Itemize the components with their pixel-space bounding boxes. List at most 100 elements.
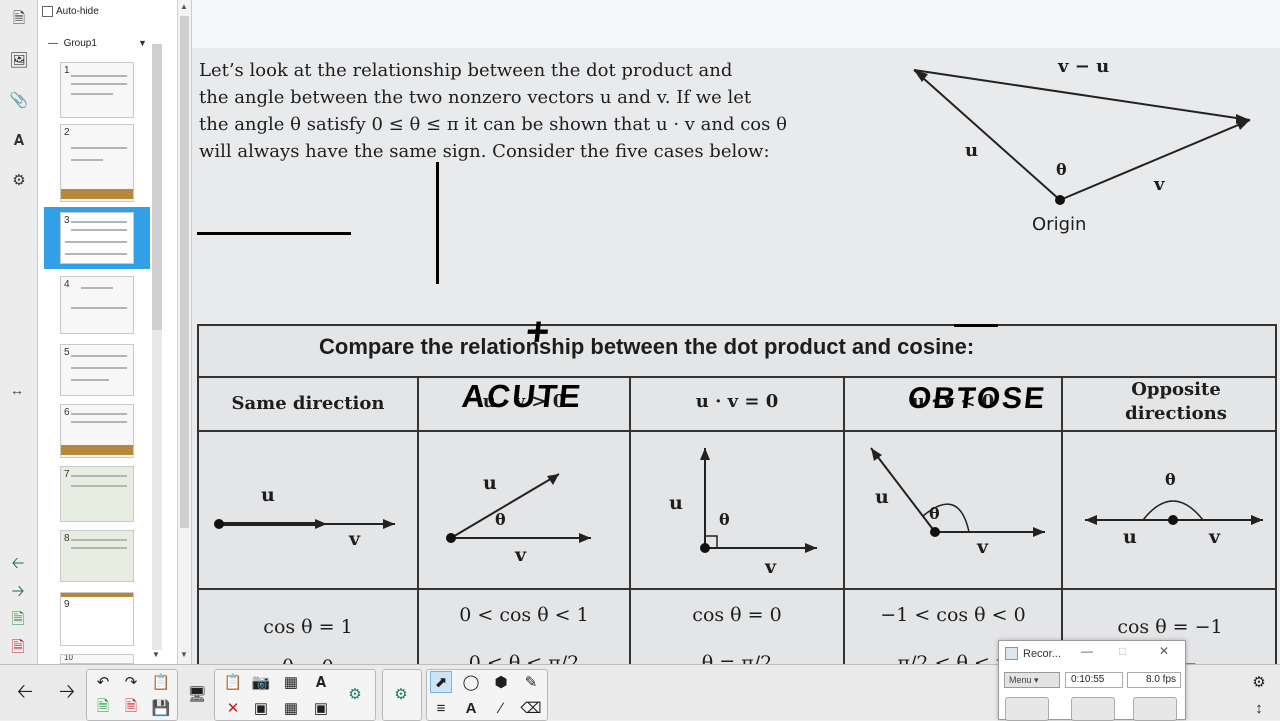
page-scrollbar-thumb[interactable] (180, 16, 189, 528)
previous-page-button[interactable]: 🡠 (14, 681, 36, 705)
properties-icon[interactable]: ≡ (430, 697, 452, 719)
clipboard-icon[interactable]: 📋 (222, 671, 244, 693)
menu-label: Menu (1009, 675, 1032, 685)
display-icon[interactable]: 🖥 (186, 683, 208, 705)
theta-label: θ (1165, 470, 1176, 489)
puzzle-icon[interactable]: ⚙ (390, 683, 412, 705)
measure-icon[interactable]: ▣ (310, 697, 332, 719)
properties-icon[interactable]: 𝐀 (7, 128, 31, 152)
resize-handle-icon[interactable]: ↔ (10, 382, 24, 398)
cos-line2: θ = π/2 (701, 652, 773, 664)
vector-u-label: u (483, 472, 497, 494)
eraser-icon[interactable]: ⌫ (520, 697, 542, 719)
slide-thumbnail[interactable]: 2 (60, 124, 134, 202)
chevron-down-icon[interactable]: ▼ (138, 38, 147, 48)
delete-icon[interactable]: ✕ (222, 697, 244, 719)
move-toolbar-icon[interactable]: ↕ (1248, 697, 1270, 719)
intro-line: Let’s look at the relationship between t… (199, 60, 733, 81)
next-page-arrow-icon[interactable]: 🡢 (4, 583, 32, 602)
vector-u-label: u (875, 486, 889, 508)
whiteboard-canvas[interactable]: Let’s look at the relationship between t… (192, 0, 1280, 664)
slide-number: 2 (64, 127, 70, 138)
ink-obtuse-annotation: OBTOSE (906, 382, 1048, 415)
group-header[interactable]: — Group1 (48, 38, 97, 49)
stop-button[interactable] (1133, 697, 1177, 721)
header-opposite: Opposite directions (1125, 379, 1227, 424)
attachment-icon[interactable]: 📎 (7, 88, 31, 112)
monitor-icon[interactable]: ▣ (250, 697, 272, 719)
intro-line: will always have the same sign. Consider… (199, 141, 770, 162)
vector-cases (214, 447, 1263, 553)
chevron-down-icon[interactable]: ▼ (180, 650, 188, 659)
vector-u-label: u (669, 492, 683, 514)
slide-number: 7 (64, 469, 70, 480)
camera-icon[interactable]: 📷 (250, 671, 272, 693)
autohide-checkbox[interactable]: Auto-hide (42, 6, 99, 17)
ink-stroke (436, 162, 439, 284)
page-scrollbar[interactable]: ▲ ▼ (178, 0, 192, 664)
pause-button[interactable] (1071, 697, 1115, 721)
shape-icon[interactable]: ◯ (460, 671, 482, 693)
slide-thumbnail[interactable]: 10 (60, 654, 134, 664)
cos-line1: cos θ = −1 (1117, 616, 1223, 638)
paste-icon[interactable]: 📋 (150, 671, 172, 693)
close-button[interactable]: ✕ (1159, 644, 1169, 658)
slide-thumbnail[interactable]: 7 (60, 466, 134, 522)
add-page-icon[interactable]: 🗎 (4, 611, 32, 630)
cos-line1: −1 < cos θ < 0 (880, 604, 1026, 626)
chevron-down-icon[interactable]: ▼ (152, 650, 160, 659)
slide-thumbnail[interactable]: 6 (60, 404, 134, 458)
line-icon[interactable]: ∕ (490, 697, 512, 719)
addons-icon[interactable]: ⚙ (7, 168, 31, 192)
settings-icon[interactable]: ⚙ (1248, 671, 1270, 693)
v-minus-u-label: v − u (1058, 56, 1110, 77)
previous-page-arrow-icon[interactable]: 🡠 (4, 555, 32, 574)
slide-number: 3 (64, 215, 70, 226)
cos-line1: cos θ = 0 (692, 604, 782, 626)
sorter-scrollbar-track[interactable] (152, 330, 162, 650)
text-icon[interactable]: A (460, 697, 482, 719)
theta-label: θ (929, 504, 940, 523)
pen-icon[interactable]: ✎ (520, 671, 542, 693)
text-recognize-icon[interactable]: 𝐀 (310, 671, 332, 693)
slide-thumbnail[interactable]: 8 (60, 530, 134, 582)
slide-thumbnail[interactable]: 1 (60, 62, 134, 118)
save-icon[interactable]: 💾 (150, 697, 172, 719)
recorder-menu-dropdown[interactable]: Menu ▾ (1004, 672, 1060, 688)
next-page-button[interactable]: 🡢 (56, 681, 78, 705)
gallery-icon[interactable]: 🖼 (7, 48, 31, 72)
recording-fps: 8.0 fps (1127, 672, 1181, 688)
slide-thumbnail[interactable]: 9 (60, 592, 134, 646)
chevron-up-icon[interactable]: ▲ (180, 2, 188, 11)
intro-line: the angle θ satisfy 0 ≤ θ ≤ π it can be … (199, 114, 787, 135)
slide-thumbnail[interactable]: 5 (60, 344, 134, 396)
addons-icon[interactable]: ⚙ (344, 683, 366, 705)
page-sorter: Auto-hide — Group1 ▼ 1 2 3 4 5 6 7 8 9 1… (38, 0, 178, 664)
maximize-button[interactable]: □ (1119, 644, 1126, 658)
redo-icon[interactable]: ↷ (120, 671, 142, 693)
table-icon[interactable]: ▦ (280, 697, 302, 719)
vector-v-label: v (977, 536, 989, 558)
page-sorter-icon[interactable]: 🗎 (7, 8, 31, 32)
fill-icon[interactable]: ⬢ (490, 671, 512, 693)
delete-page-icon[interactable]: 🗎 (4, 639, 32, 658)
slide-number: 8 (64, 533, 70, 544)
add-page-icon[interactable]: 🗎 (92, 697, 114, 719)
header-zero: u · v = 0 (695, 391, 779, 412)
side-actions: 🡠 🡢 🗎 🗎 (4, 555, 32, 658)
cos-line1: cos θ = 1 (263, 616, 353, 638)
delete-page-icon[interactable]: 🗎 (120, 697, 142, 719)
screenshade-icon[interactable]: ▦ (280, 671, 302, 693)
group-label: Group1 (63, 38, 97, 49)
slide-thumbnail[interactable]: 4 (60, 276, 134, 334)
minimize-button[interactable]: — (1081, 644, 1093, 658)
cos-line2: 0 < θ < π/2 (468, 652, 580, 664)
slide-thumbnail[interactable]: 3 (60, 212, 134, 264)
record-button[interactable] (1005, 697, 1049, 721)
table-row-divider (199, 588, 1275, 590)
undo-icon[interactable]: ↶ (92, 671, 114, 693)
vector-u-label: u (1123, 526, 1137, 548)
select-icon[interactable]: ⬈ (430, 671, 452, 693)
left-tab-strip: 🗎 🖼 📎 𝐀 ⚙ ↔ 🡠 🡢 🗎 🗎 (0, 0, 38, 664)
sorter-scrollbar-thumb[interactable] (152, 44, 162, 330)
